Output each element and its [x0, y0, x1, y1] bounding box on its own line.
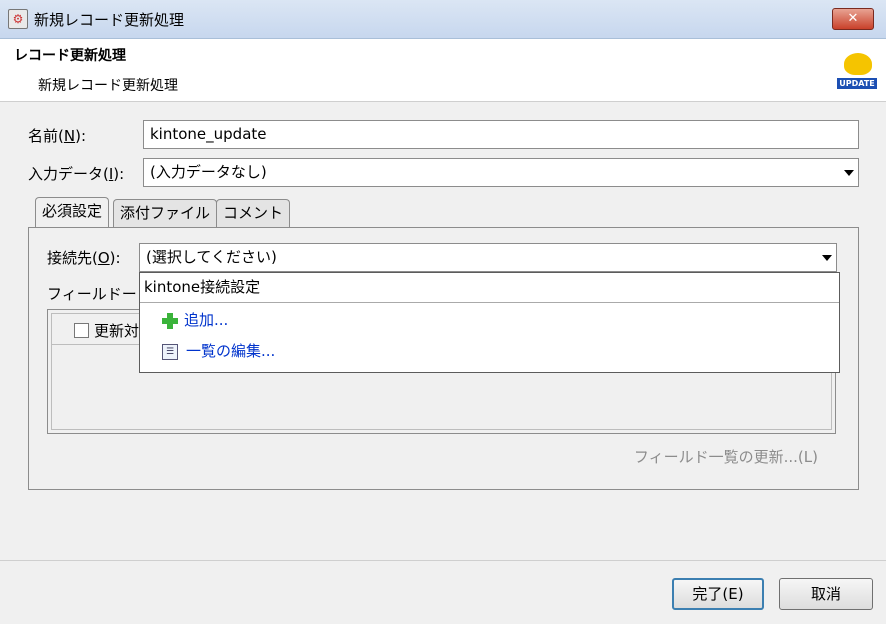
connection-label: 接続先(O): — [47, 249, 121, 267]
input-data-label: 入力データ(I): — [28, 165, 125, 183]
footer-separator — [0, 560, 886, 561]
dropdown-item-kintone[interactable]: kintone接続設定 — [140, 273, 839, 303]
chevron-down-icon — [822, 255, 832, 261]
select-all-checkbox[interactable] — [74, 323, 89, 338]
update-icon: UPDATE — [836, 49, 878, 91]
tab-attachments[interactable]: 添付ファイル — [113, 199, 218, 227]
connection-value: (選択してください) — [146, 248, 277, 266]
tab-comment[interactable]: コメント — [216, 199, 291, 227]
column-header-update: 更新対 — [94, 322, 140, 340]
add-connection-action[interactable]: 追加... — [162, 309, 228, 330]
dialog-header: レコード更新処理 新規レコード更新処理 UPDATE — [0, 39, 886, 102]
plus-icon — [162, 312, 178, 329]
title-bar: ⚙ 新規レコード更新処理 ✕ — [0, 0, 886, 39]
chevron-down-icon — [844, 170, 854, 176]
close-icon: ✕ — [847, 11, 859, 26]
list-edit-icon: ☰ — [162, 343, 178, 360]
connection-dropdown-menu: kintone接続設定 追加... ☰ 一覧の編集... — [139, 272, 840, 373]
name-input[interactable]: kintone_update — [143, 120, 859, 149]
app-icon: ⚙ — [8, 9, 28, 29]
header-subtitle: 新規レコード更新処理 — [38, 78, 178, 94]
cancel-button[interactable]: 取消 — [779, 578, 873, 610]
name-label: 名前(N): — [28, 127, 86, 145]
close-button[interactable]: ✕ — [832, 8, 874, 30]
window-title: 新規レコード更新処理 — [34, 11, 185, 29]
edit-list-action[interactable]: ☰ 一覧の編集... — [162, 340, 275, 361]
input-data-value: (入力データなし) — [150, 163, 267, 181]
header-title: レコード更新処理 — [14, 48, 126, 64]
input-data-select[interactable]: (入力データなし) — [143, 158, 859, 187]
tab-required[interactable]: 必須設定 — [35, 197, 110, 227]
complete-button[interactable]: 完了(E) — [672, 578, 764, 610]
field-list-label: フィールドー — [47, 285, 137, 303]
connection-select[interactable]: (選択してください) — [139, 243, 837, 272]
refresh-field-list-button[interactable]: フィールド一覧の更新...(L) — [634, 446, 818, 467]
